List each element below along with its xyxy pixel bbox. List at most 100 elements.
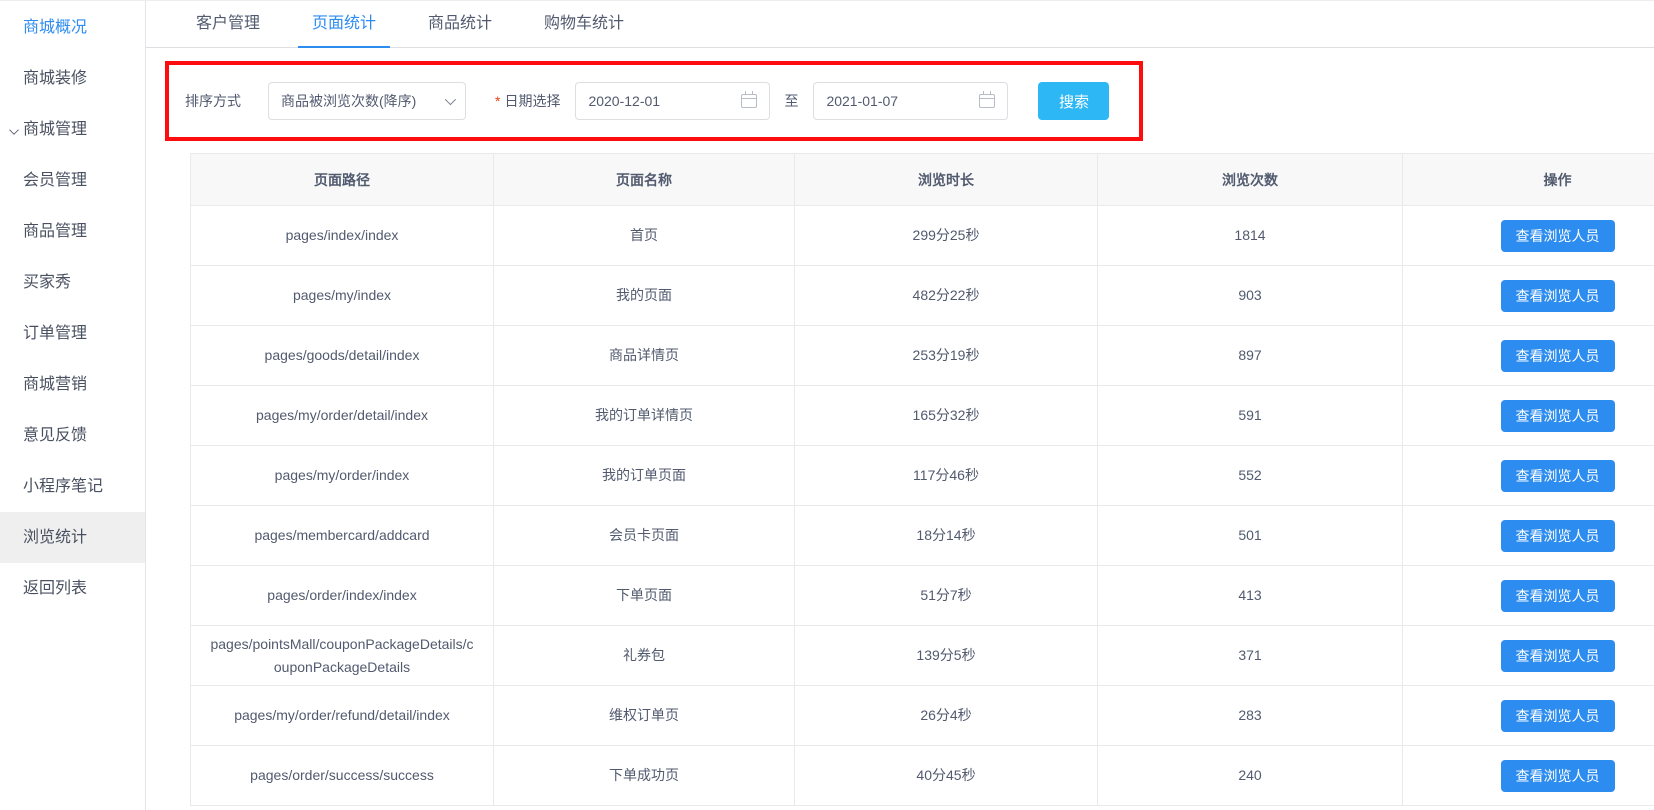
sort-label: 排序方式 bbox=[185, 93, 241, 109]
cell-actions: 查看浏览人员 bbox=[1402, 325, 1654, 386]
view-visitors-button[interactable]: 查看浏览人员 bbox=[1500, 459, 1615, 492]
table-row: pages/index/index 首页 299分25秒 1814 查看浏览人员 bbox=[190, 205, 1654, 266]
sidebar-item[interactable]: 浏览统计 bbox=[0, 512, 145, 563]
cell-actions: 查看浏览人员 bbox=[1402, 685, 1654, 746]
date-label: 日期选择 bbox=[504, 93, 561, 109]
sidebar-item[interactable]: 意见反馈 bbox=[0, 410, 145, 461]
cell-page-name: 商品详情页 bbox=[493, 325, 795, 386]
view-visitors-button[interactable]: 查看浏览人员 bbox=[1500, 699, 1615, 732]
col-header-path: 页面路径 bbox=[190, 153, 494, 206]
sidebar-item[interactable]: 小程序笔记 bbox=[0, 461, 145, 512]
sidebar-item[interactable]: 商城管理 bbox=[0, 104, 145, 155]
cell-duration: 165分32秒 bbox=[794, 385, 1098, 446]
cell-page-path: pages/pointsMall/couponPackageDetails/co… bbox=[190, 625, 494, 686]
col-header-name: 页面名称 bbox=[493, 153, 795, 206]
page-stats-table: 页面路径 页面名称 浏览时长 浏览次数 操作 pages/index/index… bbox=[190, 153, 1654, 806]
date-filter: * 日期选择 至 bbox=[495, 82, 1009, 120]
tab-label: 购物车统计 bbox=[544, 15, 625, 32]
view-visitors-button[interactable]: 查看浏览人员 bbox=[1500, 519, 1615, 552]
tab[interactable]: 商品统计 bbox=[414, 1, 506, 47]
required-mark: * bbox=[495, 93, 501, 109]
sidebar-item[interactable]: 商城装修 bbox=[0, 53, 145, 104]
cell-page-name: 我的订单页面 bbox=[493, 445, 795, 506]
cell-actions: 查看浏览人员 bbox=[1402, 565, 1654, 626]
table-row: pages/my/order/index 我的订单页面 117分46秒 552 … bbox=[190, 445, 1654, 506]
sidebar-item-label: 订单管理 bbox=[23, 325, 88, 342]
table-header-row: 页面路径 页面名称 浏览时长 浏览次数 操作 bbox=[190, 153, 1654, 206]
sidebar-item[interactable]: 买家秀 bbox=[0, 257, 145, 308]
cell-views: 903 bbox=[1097, 265, 1403, 326]
cell-page-path: pages/my/index bbox=[190, 265, 494, 326]
view-visitors-button[interactable]: 查看浏览人员 bbox=[1500, 339, 1615, 372]
cell-page-name: 礼券包 bbox=[493, 625, 795, 686]
date-from-field[interactable] bbox=[575, 82, 771, 120]
search-button[interactable]: 搜索 bbox=[1038, 82, 1110, 120]
cell-duration: 139分5秒 bbox=[794, 625, 1098, 686]
sidebar-item-label: 会员管理 bbox=[23, 172, 88, 189]
table-row: pages/order/index/index 下单页面 51分7秒 413 查… bbox=[190, 565, 1654, 626]
cell-duration: 253分19秒 bbox=[794, 325, 1098, 386]
sidebar-item[interactable]: 返回列表 bbox=[0, 563, 145, 614]
sidebar-item-label: 商城管理 bbox=[23, 121, 88, 138]
sidebar-item[interactable]: 订单管理 bbox=[0, 308, 145, 359]
sidebar-item-label: 意见反馈 bbox=[23, 427, 88, 444]
sidebar-item[interactable]: 商品管理 bbox=[0, 206, 145, 257]
date-to-input[interactable] bbox=[826, 93, 957, 109]
cell-views: 371 bbox=[1097, 625, 1403, 686]
cell-actions: 查看浏览人员 bbox=[1402, 445, 1654, 506]
tab[interactable]: 客户管理 bbox=[182, 1, 274, 47]
cell-page-path: pages/order/success/success bbox=[190, 745, 494, 806]
col-header-views: 浏览次数 bbox=[1097, 153, 1403, 206]
date-range-to-label: 至 bbox=[784, 93, 799, 109]
cell-duration: 40分45秒 bbox=[794, 745, 1098, 806]
sort-select[interactable]: 商品被浏览次数(降序) bbox=[268, 82, 466, 120]
cell-actions: 查看浏览人员 bbox=[1402, 205, 1654, 266]
cell-page-name: 维权订单页 bbox=[493, 685, 795, 746]
sidebar-item-label: 商城营销 bbox=[23, 376, 88, 393]
sidebar-item[interactable]: 商城营销 bbox=[0, 359, 145, 410]
cell-views: 1814 bbox=[1097, 205, 1403, 266]
table-row: pages/membercard/addcard 会员卡页面 18分14秒 50… bbox=[190, 505, 1654, 566]
cell-page-name: 我的页面 bbox=[493, 265, 795, 326]
table-row: pages/my/order/detail/index 我的订单详情页 165分… bbox=[190, 385, 1654, 446]
calendar-icon[interactable] bbox=[979, 91, 996, 108]
cell-page-name: 下单页面 bbox=[493, 565, 795, 626]
cell-duration: 482分22秒 bbox=[794, 265, 1098, 326]
cell-views: 283 bbox=[1097, 685, 1403, 746]
cell-views: 552 bbox=[1097, 445, 1403, 506]
table-row: pages/pointsMall/couponPackageDetails/co… bbox=[190, 625, 1654, 686]
cell-actions: 查看浏览人员 bbox=[1402, 265, 1654, 326]
main-content: 客户管理 页面统计 商品统计 购物车统计 排序方式 商品被浏览次数(降序) * … bbox=[146, 1, 1654, 810]
view-visitors-button[interactable]: 查看浏览人员 bbox=[1500, 579, 1615, 612]
cell-page-path: pages/my/order/index bbox=[190, 445, 494, 506]
table-row: pages/my/order/refund/detail/index 维权订单页… bbox=[190, 685, 1654, 746]
view-visitors-button[interactable]: 查看浏览人员 bbox=[1500, 219, 1615, 252]
cell-views: 240 bbox=[1097, 745, 1403, 806]
cell-views: 413 bbox=[1097, 565, 1403, 626]
chevron-down-icon bbox=[9, 125, 19, 135]
view-visitors-button[interactable]: 查看浏览人员 bbox=[1500, 639, 1615, 672]
cell-duration: 299分25秒 bbox=[794, 205, 1098, 266]
view-visitors-button[interactable]: 查看浏览人员 bbox=[1500, 399, 1615, 432]
sidebar-item[interactable]: 商城概况 bbox=[0, 2, 145, 53]
cell-page-name: 我的订单详情页 bbox=[493, 385, 795, 446]
sidebar-item[interactable]: 会员管理 bbox=[0, 155, 145, 206]
sidebar-item-label: 商城概况 bbox=[23, 19, 88, 36]
chevron-down-icon bbox=[444, 93, 457, 106]
filter-bar: 排序方式 商品被浏览次数(降序) * 日期选择 至 搜索 bbox=[165, 61, 1143, 141]
cell-actions: 查看浏览人员 bbox=[1402, 505, 1654, 566]
view-visitors-button[interactable]: 查看浏览人员 bbox=[1500, 759, 1615, 792]
cell-page-path: pages/my/order/detail/index bbox=[190, 385, 494, 446]
view-visitors-button[interactable]: 查看浏览人员 bbox=[1500, 279, 1615, 312]
date-to-field[interactable] bbox=[813, 82, 1009, 120]
tab[interactable]: 购物车统计 bbox=[530, 1, 638, 47]
cell-actions: 查看浏览人员 bbox=[1402, 745, 1654, 806]
page-stats-table-wrapper: 页面路径 页面名称 浏览时长 浏览次数 操作 pages/index/index… bbox=[190, 153, 1654, 806]
calendar-icon[interactable] bbox=[741, 91, 758, 108]
tab[interactable]: 页面统计 bbox=[298, 1, 391, 48]
sidebar-item-label: 小程序笔记 bbox=[23, 478, 104, 495]
cell-page-path: pages/my/order/refund/detail/index bbox=[190, 685, 494, 746]
date-from-input[interactable] bbox=[588, 93, 719, 109]
cell-page-path: pages/order/index/index bbox=[190, 565, 494, 626]
cell-views: 897 bbox=[1097, 325, 1403, 386]
